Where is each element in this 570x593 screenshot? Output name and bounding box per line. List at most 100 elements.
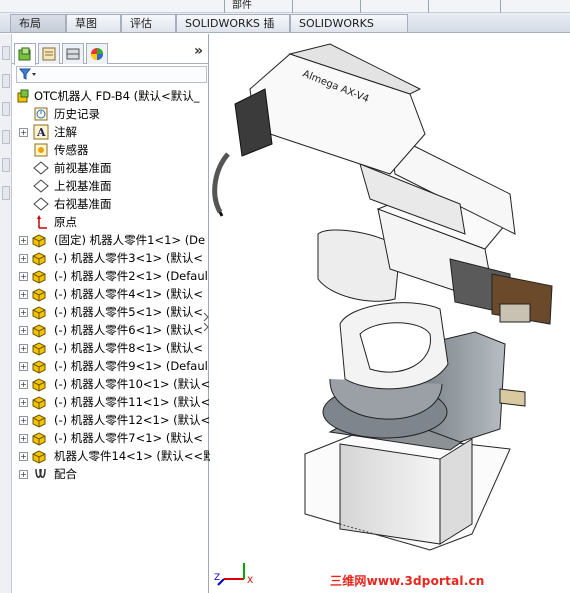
toolbar-button[interactable] xyxy=(2,130,10,144)
robot-model: Almega AX-V4 xyxy=(212,43,553,551)
tree-item-part[interactable]: + (-) 机器人零件8<1> (默认< xyxy=(12,339,209,357)
tree-item-part[interactable]: + (-) 机器人零件12<1> (默认< xyxy=(12,411,211,429)
tree-item-part[interactable]: + (-) 机器人零件10<1> (默认< xyxy=(12,375,211,393)
graphics-viewport[interactable]: Almega AX-V4 xyxy=(210,34,570,593)
tree-item-part[interactable]: + (-) 机器人零件6<1> (默认< xyxy=(12,321,209,339)
config-manager-tab[interactable] xyxy=(62,43,84,64)
part-icon xyxy=(31,430,47,446)
display-manager-tab[interactable] xyxy=(86,43,108,64)
expand-toggle[interactable]: + xyxy=(19,272,28,281)
axis-z-label: Z xyxy=(214,573,220,583)
panel-tabs: » xyxy=(12,42,209,65)
tree-item-label: (-) 机器人零件12<1> (默认< xyxy=(54,413,211,427)
tree-item-part[interactable]: + (-) 机器人零件4<1> (默认< xyxy=(12,285,209,303)
expand-toggle[interactable]: + xyxy=(19,236,28,245)
tree-item-label: 配合 xyxy=(54,467,77,481)
expand-toggle[interactable]: + xyxy=(19,128,28,137)
tree-item-label: (-) 机器人零件4<1> (默认< xyxy=(54,287,203,301)
expand-toggle[interactable]: + xyxy=(19,470,28,479)
tree-item-top-plane[interactable]: 上视基准面 xyxy=(12,177,209,195)
feature-tree-icon xyxy=(18,47,31,60)
tree-item-right-plane[interactable]: 右视基准面 xyxy=(12,195,209,213)
toolbar-button[interactable] xyxy=(2,74,10,88)
appearance-icon xyxy=(91,48,103,60)
expand-toggle[interactable]: + xyxy=(19,290,28,299)
tree-item-label: (-) 机器人零件7<1> (默认< xyxy=(54,431,203,445)
axis-x-label: X xyxy=(247,576,253,586)
tab-solidworks-mbd[interactable]: SOLIDWORKS MBD xyxy=(290,14,408,47)
expand-toggle[interactable]: + xyxy=(19,452,28,461)
config-icon xyxy=(66,48,80,60)
tab-sketch[interactable]: 草图 xyxy=(66,14,121,32)
expand-toggle[interactable]: + xyxy=(19,398,28,407)
svg-text:A: A xyxy=(36,126,46,139)
toolbar-separator xyxy=(224,0,225,13)
toolbar-separator xyxy=(500,0,501,13)
toolbar-button[interactable] xyxy=(2,186,10,200)
tree-item-label: (-) 机器人零件10<1> (默认< xyxy=(54,377,211,391)
expand-toggle[interactable]: + xyxy=(19,344,28,353)
tree-item-label: (固定) 机器人零件1<1> (De xyxy=(54,233,206,247)
tree-item-history[interactable]: 历史记录 xyxy=(12,105,209,123)
tree-item-label: (-) 机器人零件5<1> (默认< xyxy=(54,305,203,319)
expand-toggle[interactable]: + xyxy=(19,326,28,335)
part-icon xyxy=(31,268,47,284)
tree-item-part[interactable]: + (-) 机器人零件5<1> (默认< xyxy=(12,303,209,321)
property-icon xyxy=(42,47,56,61)
top-toolbar-fragment: 部件 xyxy=(0,0,570,13)
tree-item-part[interactable]: + (固定) 机器人零件1<1> (De xyxy=(12,231,209,249)
tree-item-label: (-) 机器人零件8<1> (默认< xyxy=(54,341,203,355)
tree-item-front-plane[interactable]: 前视基准面 xyxy=(12,159,209,177)
tree-item-annotations[interactable]: + A 注解 xyxy=(12,123,209,141)
expand-toggle[interactable]: + xyxy=(19,434,28,443)
plane-icon xyxy=(33,160,49,176)
tab-solidworks-addins[interactable]: SOLIDWORKS 插件 xyxy=(176,14,290,47)
tree-item-sensors[interactable]: 传感器 xyxy=(12,141,209,159)
tree-item-mates[interactable]: + 配合 xyxy=(12,465,209,483)
toolbar-separator xyxy=(428,0,429,13)
tree-item-label: 历史记录 xyxy=(54,107,100,121)
tab-evaluate[interactable]: 评估 xyxy=(121,14,176,32)
tab-layout[interactable]: 布局 xyxy=(10,14,66,32)
tree-item-label: 原点 xyxy=(54,215,77,229)
expand-toggle[interactable]: + xyxy=(19,254,28,263)
expand-toggle[interactable]: + xyxy=(19,308,28,317)
toolbar-button[interactable] xyxy=(2,102,10,116)
toolbar-separator xyxy=(292,0,293,13)
tree-filter[interactable] xyxy=(16,66,207,83)
expand-toggle[interactable]: + xyxy=(19,416,28,425)
origin-icon xyxy=(33,214,49,230)
tree-item-part[interactable]: + (-) 机器人零件9<1> (Defaul xyxy=(12,357,209,375)
tree-item-origin[interactable]: 原点 xyxy=(12,213,209,231)
expand-toggle[interactable]: + xyxy=(19,380,28,389)
tree-item-part[interactable]: + (-) 机器人零件3<1> (默认< xyxy=(12,249,209,267)
expand-panel-button[interactable]: » xyxy=(194,43,203,59)
tree-item-part[interactable]: + 机器人零件14<1> (默认<<默 xyxy=(12,447,215,465)
tree-item-assembly-root[interactable]: OTC机器人 FD-B4 (默认<默认_ xyxy=(12,87,209,105)
plane-icon xyxy=(33,196,49,212)
tree-item-label: (-) 机器人零件9<1> (Defaul xyxy=(54,359,208,373)
part-icon xyxy=(31,304,47,320)
tree-item-label: (-) 机器人零件6<1> (默认< xyxy=(54,323,203,337)
part-icon xyxy=(31,286,47,302)
toolbar-button[interactable] xyxy=(2,46,10,60)
part-icon xyxy=(31,376,47,392)
part-icon xyxy=(31,340,47,356)
feature-manager-tab[interactable] xyxy=(14,43,36,65)
tree-item-label: (-) 机器人零件11<1> (默认< xyxy=(54,395,211,409)
toolbar-button[interactable] xyxy=(2,158,10,172)
top-toolbar-label: 部件 xyxy=(232,0,252,11)
tree-item-part[interactable]: + (-) 机器人零件7<1> (默认< xyxy=(12,429,209,447)
tree-item-label: (-) 机器人零件2<1> (Defaul xyxy=(54,269,208,283)
tree-item-part[interactable]: + (-) 机器人零件11<1> (默认< xyxy=(12,393,211,411)
watermark: 三维网www.3dportal.cn xyxy=(330,574,485,588)
part-icon xyxy=(31,448,47,464)
tree-item-part[interactable]: + (-) 机器人零件2<1> (Defaul xyxy=(12,267,209,285)
part-icon xyxy=(31,412,47,428)
part-icon xyxy=(31,394,47,410)
panel-splitter-handle[interactable] xyxy=(202,311,210,333)
expand-toggle[interactable]: + xyxy=(19,362,28,371)
view-triad: Z X xyxy=(214,563,253,586)
property-manager-tab[interactable] xyxy=(38,43,60,64)
toolbar-separator xyxy=(360,0,361,13)
